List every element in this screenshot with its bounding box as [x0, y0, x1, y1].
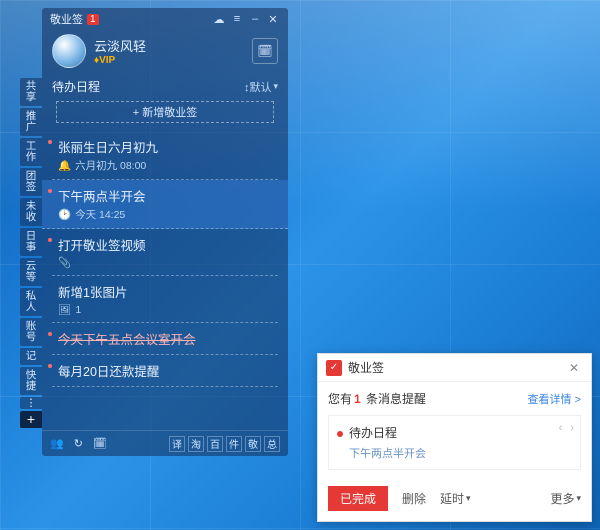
prev-icon[interactable]: ‹: [559, 422, 563, 434]
card-subtitle: 下午两点半开会: [349, 445, 572, 461]
list-item[interactable]: 每月20日还款提醒: [52, 355, 278, 387]
status-dot-icon: [337, 431, 343, 437]
tool-pill[interactable]: 总: [264, 436, 280, 452]
refresh-icon[interactable]: ↻: [74, 437, 83, 450]
contacts-icon[interactable]: 👥: [50, 437, 64, 450]
side-tab[interactable]: 快捷: [20, 367, 42, 395]
card-title: 待办日程: [349, 426, 397, 440]
note-list: 张丽生日六月初九 🔔六月初九 08:00 下午两点半开会 🕑今天 14:25 打…: [42, 131, 288, 387]
side-tab[interactable]: 云等: [20, 258, 42, 286]
popup-close-icon[interactable]: ✕: [565, 361, 583, 375]
avatar[interactable]: [52, 34, 86, 68]
side-tab[interactable]: 工作: [20, 138, 42, 166]
status-dot-icon: [48, 364, 52, 368]
sort-dropdown[interactable]: ↕默认▾: [244, 79, 278, 95]
delay-dropdown[interactable]: 延时▾: [440, 490, 471, 507]
status-dot-icon: [48, 140, 52, 144]
titlebar: 敬业签 1 ☁ ≡ – ✕: [42, 8, 288, 30]
image-icon: 🖼: [58, 303, 71, 316]
done-button[interactable]: 已完成: [328, 486, 388, 511]
side-tab[interactable]: 共享: [20, 78, 42, 106]
item-title: 张丽生日六月初九: [58, 137, 276, 156]
menu-icon[interactable]: ≡: [230, 12, 244, 26]
add-note-button[interactable]: + 新增敬业签: [56, 101, 274, 123]
paperclip-icon: 📎: [58, 256, 71, 269]
status-dot-icon: [48, 189, 52, 193]
list-item[interactable]: 新增1张图片 🖼1: [52, 276, 278, 323]
clock-icon: 🕑: [58, 208, 71, 221]
tab-todo[interactable]: 待办日程: [52, 78, 100, 95]
user-row: 云淡风轻 ♦VIP 🗓: [42, 30, 288, 76]
delete-button[interactable]: 删除: [402, 490, 426, 507]
sync-icon[interactable]: ☁: [212, 12, 226, 26]
list-item[interactable]: 今天下午五点会议室开会: [52, 323, 278, 355]
next-icon[interactable]: ›: [570, 422, 574, 434]
calendar-icon[interactable]: 🗓: [252, 38, 278, 64]
side-tab[interactable]: 推广: [20, 108, 42, 136]
vip-badge: ♦VIP: [94, 55, 146, 66]
tool-pill[interactable]: 敬: [245, 436, 261, 452]
notif-badge[interactable]: 1: [87, 14, 99, 25]
item-title: 新增1张图片: [58, 282, 276, 301]
item-title: 打开敬业签视频: [58, 235, 276, 254]
item-title: 今天下午五点会议室开会: [58, 329, 276, 348]
side-tab[interactable]: 私人: [20, 288, 42, 316]
status-dot-icon: [48, 332, 52, 336]
calendar-small-icon[interactable]: 🗓: [93, 437, 107, 450]
status-dot-icon: [48, 238, 52, 242]
more-dropdown[interactable]: 更多▾: [550, 490, 581, 507]
category-tabstrip: 共享 推广 工作 团签 未收 日事 云等 私人 账号 记 快捷 ⋮ +: [20, 78, 42, 428]
view-details-link[interactable]: 查看详情 >: [528, 391, 581, 407]
popup-title: 敬业签: [348, 359, 384, 376]
summary-text: 您有1 条消息提醒: [328, 390, 426, 407]
list-item[interactable]: 张丽生日六月初九 🔔六月初九 08:00: [52, 131, 278, 180]
bell-icon: 🔔: [58, 159, 71, 172]
item-title: 每月20日还款提醒: [58, 361, 276, 380]
list-item[interactable]: 下午两点半开会 🕑今天 14:25: [42, 180, 288, 229]
popup-header: ✓ 敬业签 ✕: [318, 354, 591, 382]
reminder-card: ‹ › 待办日程 下午两点半开会: [328, 415, 581, 470]
minimize-icon[interactable]: –: [248, 12, 262, 26]
side-tab[interactable]: 团签: [20, 168, 42, 196]
bottom-toolbar: 👥 ↻ 🗓 译 淘 百 件 敬 总: [42, 430, 288, 456]
username: 云淡风轻: [94, 36, 146, 55]
side-tab[interactable]: 记: [20, 348, 42, 365]
add-tab-button[interactable]: +: [20, 411, 42, 428]
main-panel: 敬业签 1 ☁ ≡ – ✕ 云淡风轻 ♦VIP 🗓 待办日程 ↕默认▾ + 新增…: [42, 8, 288, 456]
card-pager: ‹ ›: [559, 422, 574, 434]
side-tab[interactable]: 日事: [20, 228, 42, 256]
tool-pill[interactable]: 译: [169, 436, 185, 452]
tool-pill[interactable]: 百: [207, 436, 223, 452]
side-tab[interactable]: 未收: [20, 198, 42, 226]
more-tabs-icon[interactable]: ⋮: [20, 397, 42, 409]
app-title: 敬业签: [50, 11, 83, 27]
close-icon[interactable]: ✕: [266, 12, 280, 26]
reminder-popup: ✓ 敬业签 ✕ 您有1 条消息提醒 查看详情 > ‹ › 待办日程 下午两点半开…: [317, 353, 592, 522]
tool-pill[interactable]: 淘: [188, 436, 204, 452]
item-title: 下午两点半开会: [58, 186, 278, 205]
tool-pill[interactable]: 件: [226, 436, 242, 452]
app-logo-icon: ✓: [326, 360, 342, 376]
list-item[interactable]: 打开敬业签视频 📎: [52, 229, 278, 276]
side-tab[interactable]: 账号: [20, 318, 42, 346]
